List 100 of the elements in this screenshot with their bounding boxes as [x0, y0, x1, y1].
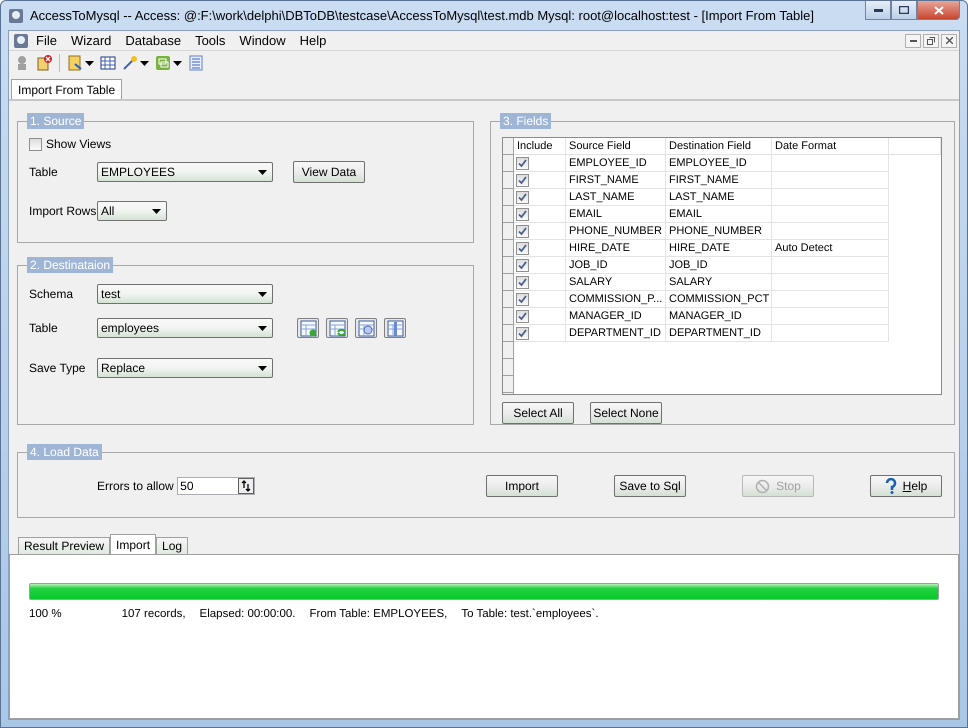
- caret-icon: [258, 326, 267, 330]
- menu-item[interactable]: Wizard: [64, 33, 118, 48]
- close-icon: [946, 37, 952, 44]
- checkbox[interactable]: [516, 190, 529, 204]
- table-cell: EMPLOYEE_ID: [566, 155, 666, 172]
- import-rows-dropdown[interactable]: All: [97, 201, 167, 221]
- window-title: AccessToMysql -- Access: @:F:\work\delphi\DBToDB\testcase\AccessToMysql\test.mdb Mysql: root@localhost:test - [Import From Table]: [30, 8, 816, 23]
- checkbox[interactable]: [516, 224, 529, 238]
- schema-dropdown[interactable]: test: [97, 284, 273, 304]
- spin-arrows-icon[interactable]: [238, 478, 254, 494]
- caret-icon: [152, 208, 161, 214]
- table-cell: COMMISSION_P...: [566, 291, 666, 308]
- column-header[interactable]: Date Format: [772, 138, 889, 155]
- table-refresh-icon[interactable]: [326, 318, 348, 338]
- group-title: 1. Source: [27, 113, 84, 129]
- group-title: 3. Fields: [500, 113, 552, 129]
- tab[interactable]: Result Preview: [18, 537, 110, 554]
- table-cell: PHONE_NUMBER: [666, 223, 772, 240]
- checkbox[interactable]: [516, 242, 529, 254]
- action-button[interactable]: Save to Sql: [614, 475, 686, 497]
- view-data-button[interactable]: View Data: [293, 161, 365, 183]
- table-cell: DEPARTMENT_ID: [666, 325, 772, 342]
- checkbox[interactable]: [516, 326, 529, 340]
- field-label: Schema: [29, 287, 74, 301]
- checkbox[interactable]: [516, 156, 529, 170]
- progress-percent: 100 %: [29, 608, 62, 620]
- checkbox[interactable]: [29, 138, 42, 150]
- wand-dropdown-button[interactable]: [121, 54, 150, 72]
- table-add-icon[interactable]: [297, 318, 319, 338]
- field-label: Save Type: [29, 361, 86, 375]
- errors-spin-field[interactable]: 50: [177, 477, 255, 495]
- tab[interactable]: Log: [156, 537, 188, 554]
- field-label: Table: [29, 321, 59, 335]
- close-button[interactable]: [941, 34, 957, 48]
- checkbox[interactable]: [516, 310, 529, 322]
- document-tab[interactable]: Import From Table: [11, 79, 122, 99]
- checkbox[interactable]: [516, 276, 529, 288]
- column-header[interactable]: Destination Field: [666, 138, 772, 155]
- caret-icon: [85, 60, 94, 66]
- minimize-button[interactable]: [865, 1, 891, 20]
- table-cell: LAST_NAME: [666, 189, 772, 206]
- group-title: 4. Load Data: [27, 444, 102, 460]
- table-cell: COMMISSION_PCT: [666, 291, 772, 308]
- tab[interactable]: Import: [110, 534, 156, 554]
- maximize-icon: [899, 6, 909, 14]
- app-icon[interactable]: [13, 32, 29, 48]
- table-cell: Auto Detect: [772, 240, 889, 257]
- menu-item[interactable]: Help: [292, 33, 334, 48]
- menu-item[interactable]: Window: [232, 33, 293, 48]
- table-cell: LAST_NAME: [566, 189, 666, 206]
- close-button[interactable]: [917, 1, 960, 20]
- minimize-button[interactable]: [905, 34, 921, 48]
- checkbox[interactable]: [516, 258, 529, 272]
- table-cell: EMAIL: [566, 206, 666, 223]
- table-cell: HIRE_DATE: [666, 240, 772, 257]
- grid-icon[interactable]: [99, 54, 117, 72]
- checkbox[interactable]: [516, 292, 529, 306]
- table-cell: PHONE_NUMBER: [566, 223, 666, 240]
- action-button[interactable]: Import: [486, 475, 558, 497]
- caret-icon: [258, 292, 267, 296]
- maximize-button[interactable]: [891, 1, 917, 20]
- field-label: Import Rows: [29, 204, 97, 218]
- windows-dropdown-button[interactable]: [154, 54, 183, 72]
- table-dropdown[interactable]: employees: [97, 318, 273, 338]
- table-cell: FIRST_NAME: [666, 172, 772, 189]
- caret-icon: [140, 60, 149, 66]
- checkbox[interactable]: [516, 208, 529, 220]
- table-cell: MANAGER_ID: [566, 308, 666, 325]
- app-icon: [8, 8, 24, 24]
- row-header: [503, 342, 514, 359]
- close-icon: [934, 6, 944, 14]
- menu-item[interactable]: Database: [118, 33, 188, 48]
- minimize-icon: [910, 40, 916, 42]
- table-cell: JOB_ID: [566, 257, 666, 274]
- table-cell: HIRE_DATE: [566, 240, 666, 257]
- menu-item[interactable]: File: [29, 33, 64, 48]
- table-cell: SALARY: [566, 274, 666, 291]
- column-header[interactable]: Source Field: [566, 138, 666, 155]
- column-header[interactable]: Include: [514, 138, 566, 155]
- disconnect-icon[interactable]: [35, 54, 53, 72]
- status-text: 107 records,: [122, 608, 186, 620]
- field-label: Errors to allow: [97, 479, 175, 493]
- table-dropdown[interactable]: EMPLOYEES: [97, 162, 273, 182]
- menu-item[interactable]: Tools: [188, 33, 232, 48]
- select-all-button[interactable]: Select All: [502, 402, 574, 424]
- caret-icon: [258, 366, 267, 370]
- list-icon[interactable]: [187, 54, 205, 72]
- database-dropdown-button[interactable]: [66, 54, 95, 72]
- minimize-icon: [874, 8, 882, 12]
- status-text: To Table: test.`employees`.: [461, 608, 599, 620]
- select-none-button[interactable]: Select None: [590, 402, 662, 424]
- status-text: Elapsed: 00:00:00.: [200, 608, 296, 620]
- table-cell: EMAIL: [666, 206, 772, 223]
- help-button[interactable]: Help: [870, 475, 942, 497]
- save-type-dropdown[interactable]: Replace: [97, 358, 273, 378]
- columns-icon[interactable]: [384, 318, 406, 338]
- table-search-icon[interactable]: [355, 318, 377, 338]
- checkbox[interactable]: [516, 174, 529, 186]
- status-text: From Table: EMPLOYEES,: [309, 608, 448, 620]
- restore-button[interactable]: [923, 34, 939, 48]
